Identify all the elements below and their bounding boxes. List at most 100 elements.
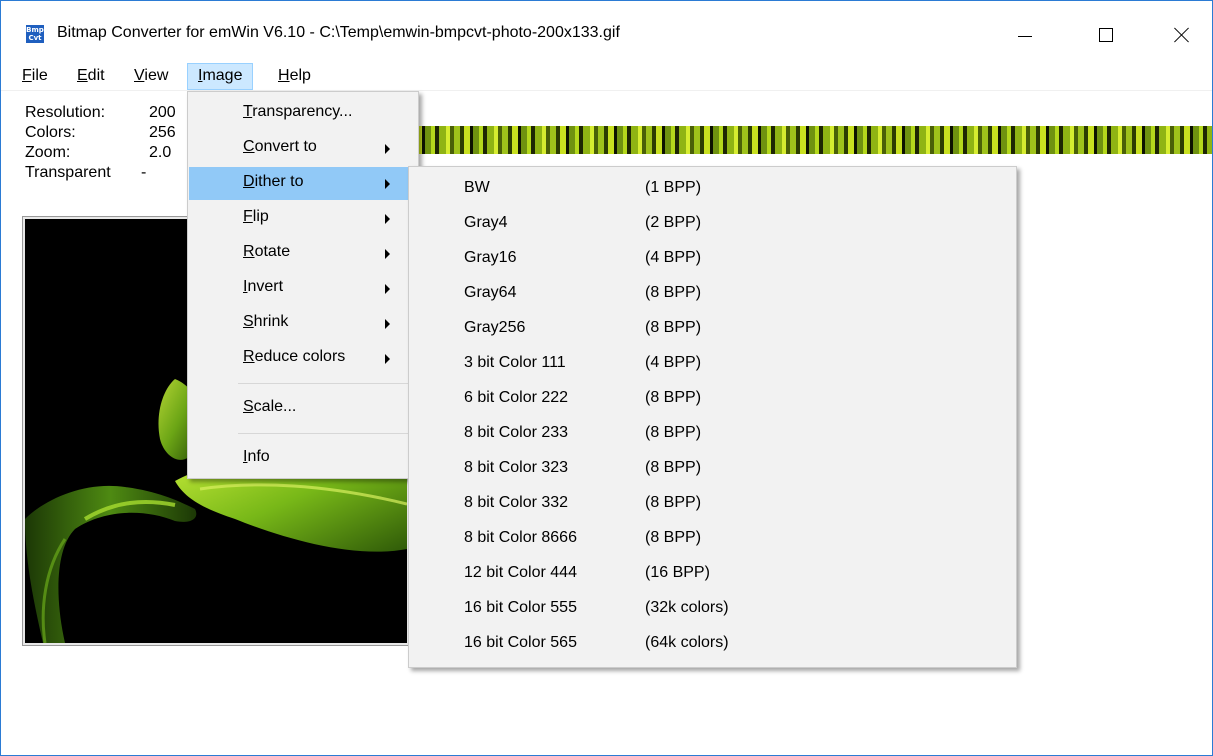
- close-icon: [1174, 27, 1190, 43]
- menu-help-label: elp: [289, 67, 311, 84]
- app-icon-text-bottom: Cvt: [28, 34, 42, 42]
- dither-item-bpp: (1 BPP): [645, 179, 702, 196]
- submenu-arrow-icon: [385, 284, 390, 294]
- dither-item-gray256[interactable]: Gray256 (8 BPP): [410, 310, 1015, 345]
- dither-item-bpp: (4 BPP): [645, 354, 702, 371]
- dither-item-name: 8 bit Color 8666: [464, 529, 577, 546]
- transparent-value: -: [141, 164, 147, 181]
- dither-item-name: BW: [464, 179, 490, 196]
- dither-item-bw[interactable]: BW (1 BPP): [410, 170, 1015, 205]
- transparent-label: Transparent: [25, 164, 111, 181]
- menu-item-info[interactable]: Info: [189, 442, 417, 475]
- menu-help[interactable]: Help: [271, 63, 318, 90]
- menu-item-convert-to[interactable]: Convert to: [189, 132, 417, 165]
- resolution-label: Resolution:: [25, 104, 106, 121]
- menu-edit-label: dit: [87, 67, 105, 84]
- dither-item-name: 16 bit Color 555: [464, 599, 577, 616]
- color-palette-strip: [406, 126, 1212, 154]
- menu-image-label: mage: [202, 67, 243, 84]
- menu-item-transparency[interactable]: Transparency...: [189, 97, 417, 130]
- dither-item-bpp: (2 BPP): [645, 214, 702, 231]
- menu-item-transparency-label: Transparency...: [243, 103, 353, 120]
- menu-item-rotate-label: Rotate: [243, 243, 291, 260]
- app-window: Bmp Cvt Bitmap Converter for emWin V6.10…: [0, 0, 1213, 756]
- menu-item-info-label: Info: [243, 448, 270, 465]
- menu-item-shrink-label: Shrink: [243, 313, 289, 330]
- close-button[interactable]: [1158, 11, 1206, 59]
- window-title: Bitmap Converter for emWin V6.10 - C:\Te…: [57, 24, 620, 41]
- dither-item-bpp: (8 BPP): [645, 459, 702, 476]
- menu-item-flip[interactable]: Flip: [189, 202, 417, 235]
- title-bar[interactable]: Bmp Cvt Bitmap Converter for emWin V6.10…: [1, 1, 1212, 61]
- menu-view-accel: V: [134, 67, 145, 84]
- menu-help-accel: H: [278, 67, 290, 84]
- menu-edit-accel: E: [77, 67, 88, 84]
- dither-item-bpp: (16 BPP): [645, 564, 710, 581]
- dither-item-name: 3 bit Color 111: [464, 354, 566, 371]
- dither-to-submenu: BW (1 BPP) Gray4 (2 BPP) Gray16 (4 BPP) …: [408, 166, 1017, 668]
- submenu-arrow-icon: [385, 179, 390, 189]
- submenu-arrow-icon: [385, 354, 390, 364]
- maximize-button[interactable]: [1082, 11, 1130, 59]
- menu-file[interactable]: File: [15, 63, 55, 90]
- dither-item-gray16[interactable]: Gray16 (4 BPP): [410, 240, 1015, 275]
- dither-item-bpp: (64k colors): [645, 634, 729, 651]
- submenu-arrow-icon: [385, 249, 390, 259]
- submenu-arrow-icon: [385, 214, 390, 224]
- menu-item-shrink[interactable]: Shrink: [189, 307, 417, 340]
- dither-item-bpp: (8 BPP): [645, 284, 702, 301]
- dither-item-color-222[interactable]: 6 bit Color 222 (8 BPP): [410, 380, 1015, 415]
- menu-item-scale[interactable]: Scale...: [189, 392, 417, 425]
- menu-item-reduce-colors-label: Reduce colors: [243, 348, 346, 365]
- resolution-value: 200: [149, 104, 176, 121]
- dither-item-color-8666[interactable]: 8 bit Color 8666 (8 BPP): [410, 520, 1015, 555]
- dither-item-name: Gray4: [464, 214, 508, 231]
- menu-item-rotate[interactable]: Rotate: [189, 237, 417, 270]
- minimize-button[interactable]: [1001, 11, 1049, 59]
- menu-separator: [238, 383, 414, 384]
- dither-item-color-444[interactable]: 12 bit Color 444 (16 BPP): [410, 555, 1015, 590]
- menu-bar: File Edit View Image Help: [1, 61, 1212, 91]
- dither-item-color-555[interactable]: 16 bit Color 555 (32k colors): [410, 590, 1015, 625]
- dither-item-name: 8 bit Color 332: [464, 494, 569, 511]
- dither-item-name: Gray256: [464, 319, 526, 336]
- menu-item-invert[interactable]: Invert: [189, 272, 417, 305]
- menu-item-reduce-colors[interactable]: Reduce colors: [189, 342, 417, 375]
- dither-item-color-332[interactable]: 8 bit Color 332 (8 BPP): [410, 485, 1015, 520]
- dither-item-gray64[interactable]: Gray64 (8 BPP): [410, 275, 1015, 310]
- zoom-value: 2.0: [149, 144, 172, 161]
- menu-view[interactable]: View: [127, 63, 175, 90]
- dither-item-name: 6 bit Color 222: [464, 389, 569, 406]
- zoom-label: Zoom:: [25, 144, 71, 161]
- menu-view-label: iew: [144, 67, 169, 84]
- colors-label: Colors:: [25, 124, 76, 141]
- menu-item-dither-to[interactable]: Dither to: [189, 167, 417, 200]
- menu-edit[interactable]: Edit: [70, 63, 112, 90]
- menu-item-scale-label: Scale...: [243, 398, 297, 415]
- dither-item-name: Gray16: [464, 249, 517, 266]
- dither-item-name: Gray64: [464, 284, 517, 301]
- dither-item-name: 8 bit Color 323: [464, 459, 569, 476]
- menu-file-accel: F: [22, 67, 32, 84]
- dither-item-color-233[interactable]: 8 bit Color 233 (8 BPP): [410, 415, 1015, 450]
- menu-image[interactable]: Image: [187, 63, 254, 90]
- dither-item-name: 16 bit Color 565: [464, 634, 577, 651]
- dither-item-color-111[interactable]: 3 bit Color 111 (4 BPP): [410, 345, 1015, 380]
- submenu-arrow-icon: [385, 319, 390, 329]
- image-menu-dropdown: Transparency... Convert to Dither to Fli…: [187, 91, 419, 479]
- app-icon[interactable]: Bmp Cvt: [26, 25, 44, 43]
- app-icon-text-top: Bmp: [26, 26, 44, 34]
- minimize-icon: [1018, 35, 1032, 37]
- dither-item-gray4[interactable]: Gray4 (2 BPP): [410, 205, 1015, 240]
- dither-item-bpp: (8 BPP): [645, 319, 702, 336]
- dither-item-name: 8 bit Color 233: [464, 424, 569, 441]
- dither-item-name: 12 bit Color 444: [464, 564, 577, 581]
- menu-file-label: ile: [31, 67, 48, 84]
- dither-item-color-565[interactable]: 16 bit Color 565 (64k colors): [410, 625, 1015, 660]
- dither-item-color-323[interactable]: 8 bit Color 323 (8 BPP): [410, 450, 1015, 485]
- dither-item-bpp: (32k colors): [645, 599, 729, 616]
- dither-item-bpp: (8 BPP): [645, 494, 702, 511]
- colors-value: 256: [149, 124, 176, 141]
- menu-item-dither-to-label: Dither to: [243, 173, 304, 190]
- dither-item-bpp: (8 BPP): [645, 424, 702, 441]
